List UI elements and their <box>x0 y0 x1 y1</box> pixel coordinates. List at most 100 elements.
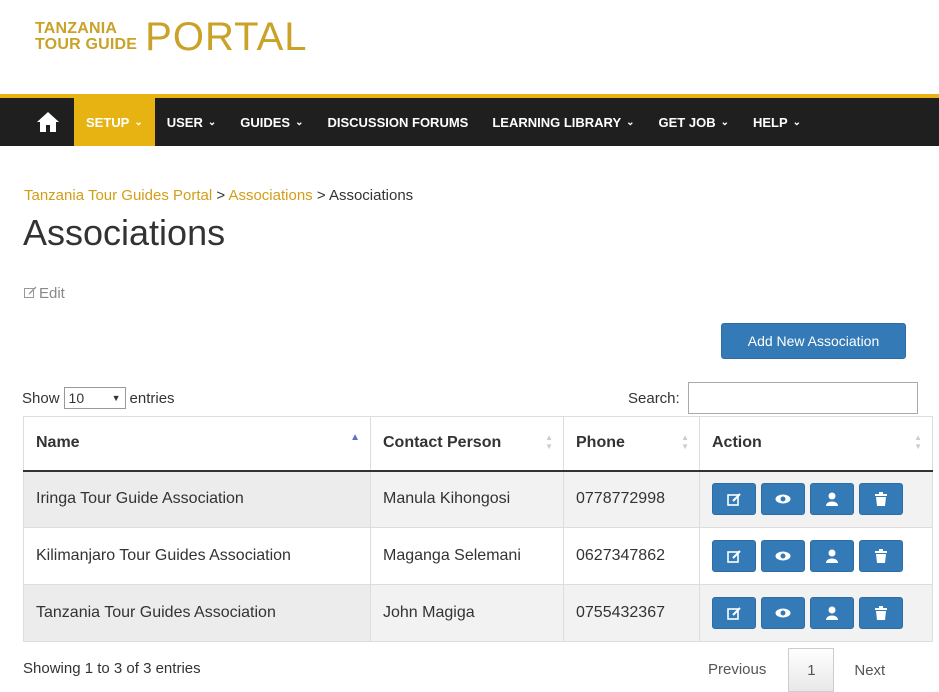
nav-help[interactable]: HELP ⌄ <box>741 98 813 146</box>
site-logo[interactable]: TANZANIA TOUR GUIDE PORTAL <box>35 14 308 60</box>
entries-label: entries <box>129 389 175 407</box>
nav-guides-label: GUIDES <box>240 114 291 130</box>
edit-row-button[interactable] <box>712 597 756 629</box>
sort-icon: ▲ ▼ <box>545 433 553 451</box>
cell-name: Iringa Tour Guide Association <box>23 470 371 528</box>
user-row-button[interactable] <box>810 597 854 629</box>
nav-get-job-label: GET JOB <box>658 114 716 130</box>
dropdown-arrow-icon: ▼ <box>111 393 121 403</box>
sort-icon: ▲ ▼ <box>681 433 689 451</box>
cell-actions <box>699 527 933 585</box>
show-label: Show <box>22 389 60 407</box>
page-1-button[interactable]: 1 <box>788 648 835 692</box>
user-row-button[interactable] <box>810 483 854 516</box>
nav-setup[interactable]: SETUP ⌄ <box>74 98 155 146</box>
edit-icon <box>727 549 741 563</box>
trash-icon <box>875 606 887 620</box>
sort-asc-icon: ▲ <box>350 432 360 443</box>
next-page-button[interactable]: Next <box>840 662 899 679</box>
cell-name: Kilimanjaro Tour Guides Association <box>23 527 371 585</box>
eye-icon <box>775 494 791 504</box>
nav-discussion-forums[interactable]: DISCUSSION FORUMS <box>315 98 480 146</box>
nav-learning-label: LEARNING LIBRARY <box>492 114 622 130</box>
edit-row-button[interactable] <box>712 483 756 516</box>
table-header-row: Name ▲ Contact Person ▲ ▼ Phone ▲ ▼ Action ▲ ▼ <box>23 416 933 472</box>
delete-row-button[interactable] <box>859 597 903 629</box>
main-nav: SETUP ⌄ USER ⌄ GUIDES ⌄ DISCUSSION FORUMS L… <box>0 94 939 146</box>
breadcrumb-home-link[interactable]: Tanzania Tour Guides Portal <box>24 187 212 204</box>
nav-setup-label: SETUP <box>86 114 130 130</box>
eye-icon <box>775 551 791 561</box>
show-entries-control: Show 10 ▼ entries <box>22 387 175 409</box>
view-row-button[interactable] <box>761 483 805 516</box>
add-new-association-button[interactable]: Add New Association <box>721 323 906 359</box>
breadcrumb: Tanzania Tour Guides Portal > Associatio… <box>24 187 413 204</box>
cell-actions <box>699 470 933 528</box>
header-action-label: Action <box>712 434 762 452</box>
trash-icon <box>875 492 887 507</box>
search-input[interactable] <box>687 382 918 414</box>
entries-select[interactable]: 10 ▼ <box>63 387 126 409</box>
view-row-button[interactable] <box>761 597 805 629</box>
breadcrumb-separator: > <box>312 187 329 204</box>
logo-line1: TANZANIA <box>35 20 118 37</box>
page-title: Associations <box>23 212 226 253</box>
cell-phone: 0627347862 <box>563 527 700 585</box>
table-row: Iringa Tour Guide Association Manula Kih… <box>23 470 933 528</box>
cell-phone: 0778772998 <box>563 470 700 528</box>
sort-icon: ▲ ▼ <box>914 433 922 451</box>
trash-icon <box>875 549 887 563</box>
edit-icon <box>727 606 741 620</box>
edit-label: Edit <box>39 285 65 302</box>
cell-contact: John Magiga <box>370 584 564 642</box>
user-icon <box>826 549 838 563</box>
nav-user[interactable]: USER ⌄ <box>155 98 229 146</box>
home-icon[interactable] <box>22 98 74 146</box>
column-header-phone[interactable]: Phone ▲ ▼ <box>563 416 700 472</box>
user-row-button[interactable] <box>810 540 854 572</box>
column-header-contact[interactable]: Contact Person ▲ ▼ <box>370 416 564 472</box>
delete-row-button[interactable] <box>859 540 903 572</box>
chevron-down-icon: ⌄ <box>295 116 304 128</box>
table-row: Tanzania Tour Guides Association John Ma… <box>23 584 933 642</box>
nav-guides[interactable]: GUIDES ⌄ <box>228 98 315 146</box>
chevron-down-icon: ⌄ <box>134 116 143 128</box>
header-contact-label: Contact Person <box>383 434 502 452</box>
cell-name: Tanzania Tour Guides Association <box>23 584 371 642</box>
logo-line2: TOUR GUIDE <box>35 36 138 53</box>
logo-portal: PORTAL <box>145 14 308 59</box>
nav-get-job[interactable]: GET JOB ⌄ <box>647 98 741 146</box>
view-row-button[interactable] <box>761 540 805 572</box>
nav-discussion-label: DISCUSSION FORUMS <box>327 114 469 130</box>
edit-row-button[interactable] <box>712 540 756 572</box>
breadcrumb-separator: > <box>212 187 229 204</box>
nav-learning-library[interactable]: LEARNING LIBRARY ⌄ <box>480 98 646 146</box>
eye-icon <box>775 608 791 618</box>
breadcrumb-section-link[interactable]: Associations <box>228 187 312 204</box>
cell-phone: 0755432367 <box>563 584 700 642</box>
nav-user-label: USER <box>166 114 203 130</box>
edit-link[interactable]: Edit <box>24 285 65 302</box>
pagination: Previous 1 Next <box>692 648 899 692</box>
chevron-down-icon: ⌄ <box>720 116 729 128</box>
user-icon <box>826 606 838 620</box>
edit-icon <box>727 493 741 506</box>
chevron-down-icon: ⌄ <box>207 116 217 128</box>
column-header-name[interactable]: Name ▲ <box>23 416 371 472</box>
previous-page-button[interactable]: Previous <box>692 649 782 691</box>
cell-actions <box>699 584 933 642</box>
column-header-action[interactable]: Action ▲ ▼ <box>699 416 933 472</box>
cell-contact: Manula Kihongosi <box>370 470 564 528</box>
header-phone-label: Phone <box>576 434 625 452</box>
table-info: Showing 1 to 3 of 3 entries <box>23 660 201 677</box>
cell-contact: Maganga Selemani <box>370 527 564 585</box>
search-control: Search: <box>628 382 918 414</box>
user-icon <box>826 492 838 507</box>
associations-table: Name ▲ Contact Person ▲ ▼ Phone ▲ ▼ Action ▲ ▼ … <box>23 416 933 642</box>
breadcrumb-current: Associations <box>328 187 414 204</box>
entries-select-value: 10 <box>68 390 85 406</box>
delete-row-button[interactable] <box>859 483 903 516</box>
edit-icon <box>24 286 37 301</box>
nav-help-label: HELP <box>752 114 788 130</box>
search-label: Search: <box>628 389 680 407</box>
